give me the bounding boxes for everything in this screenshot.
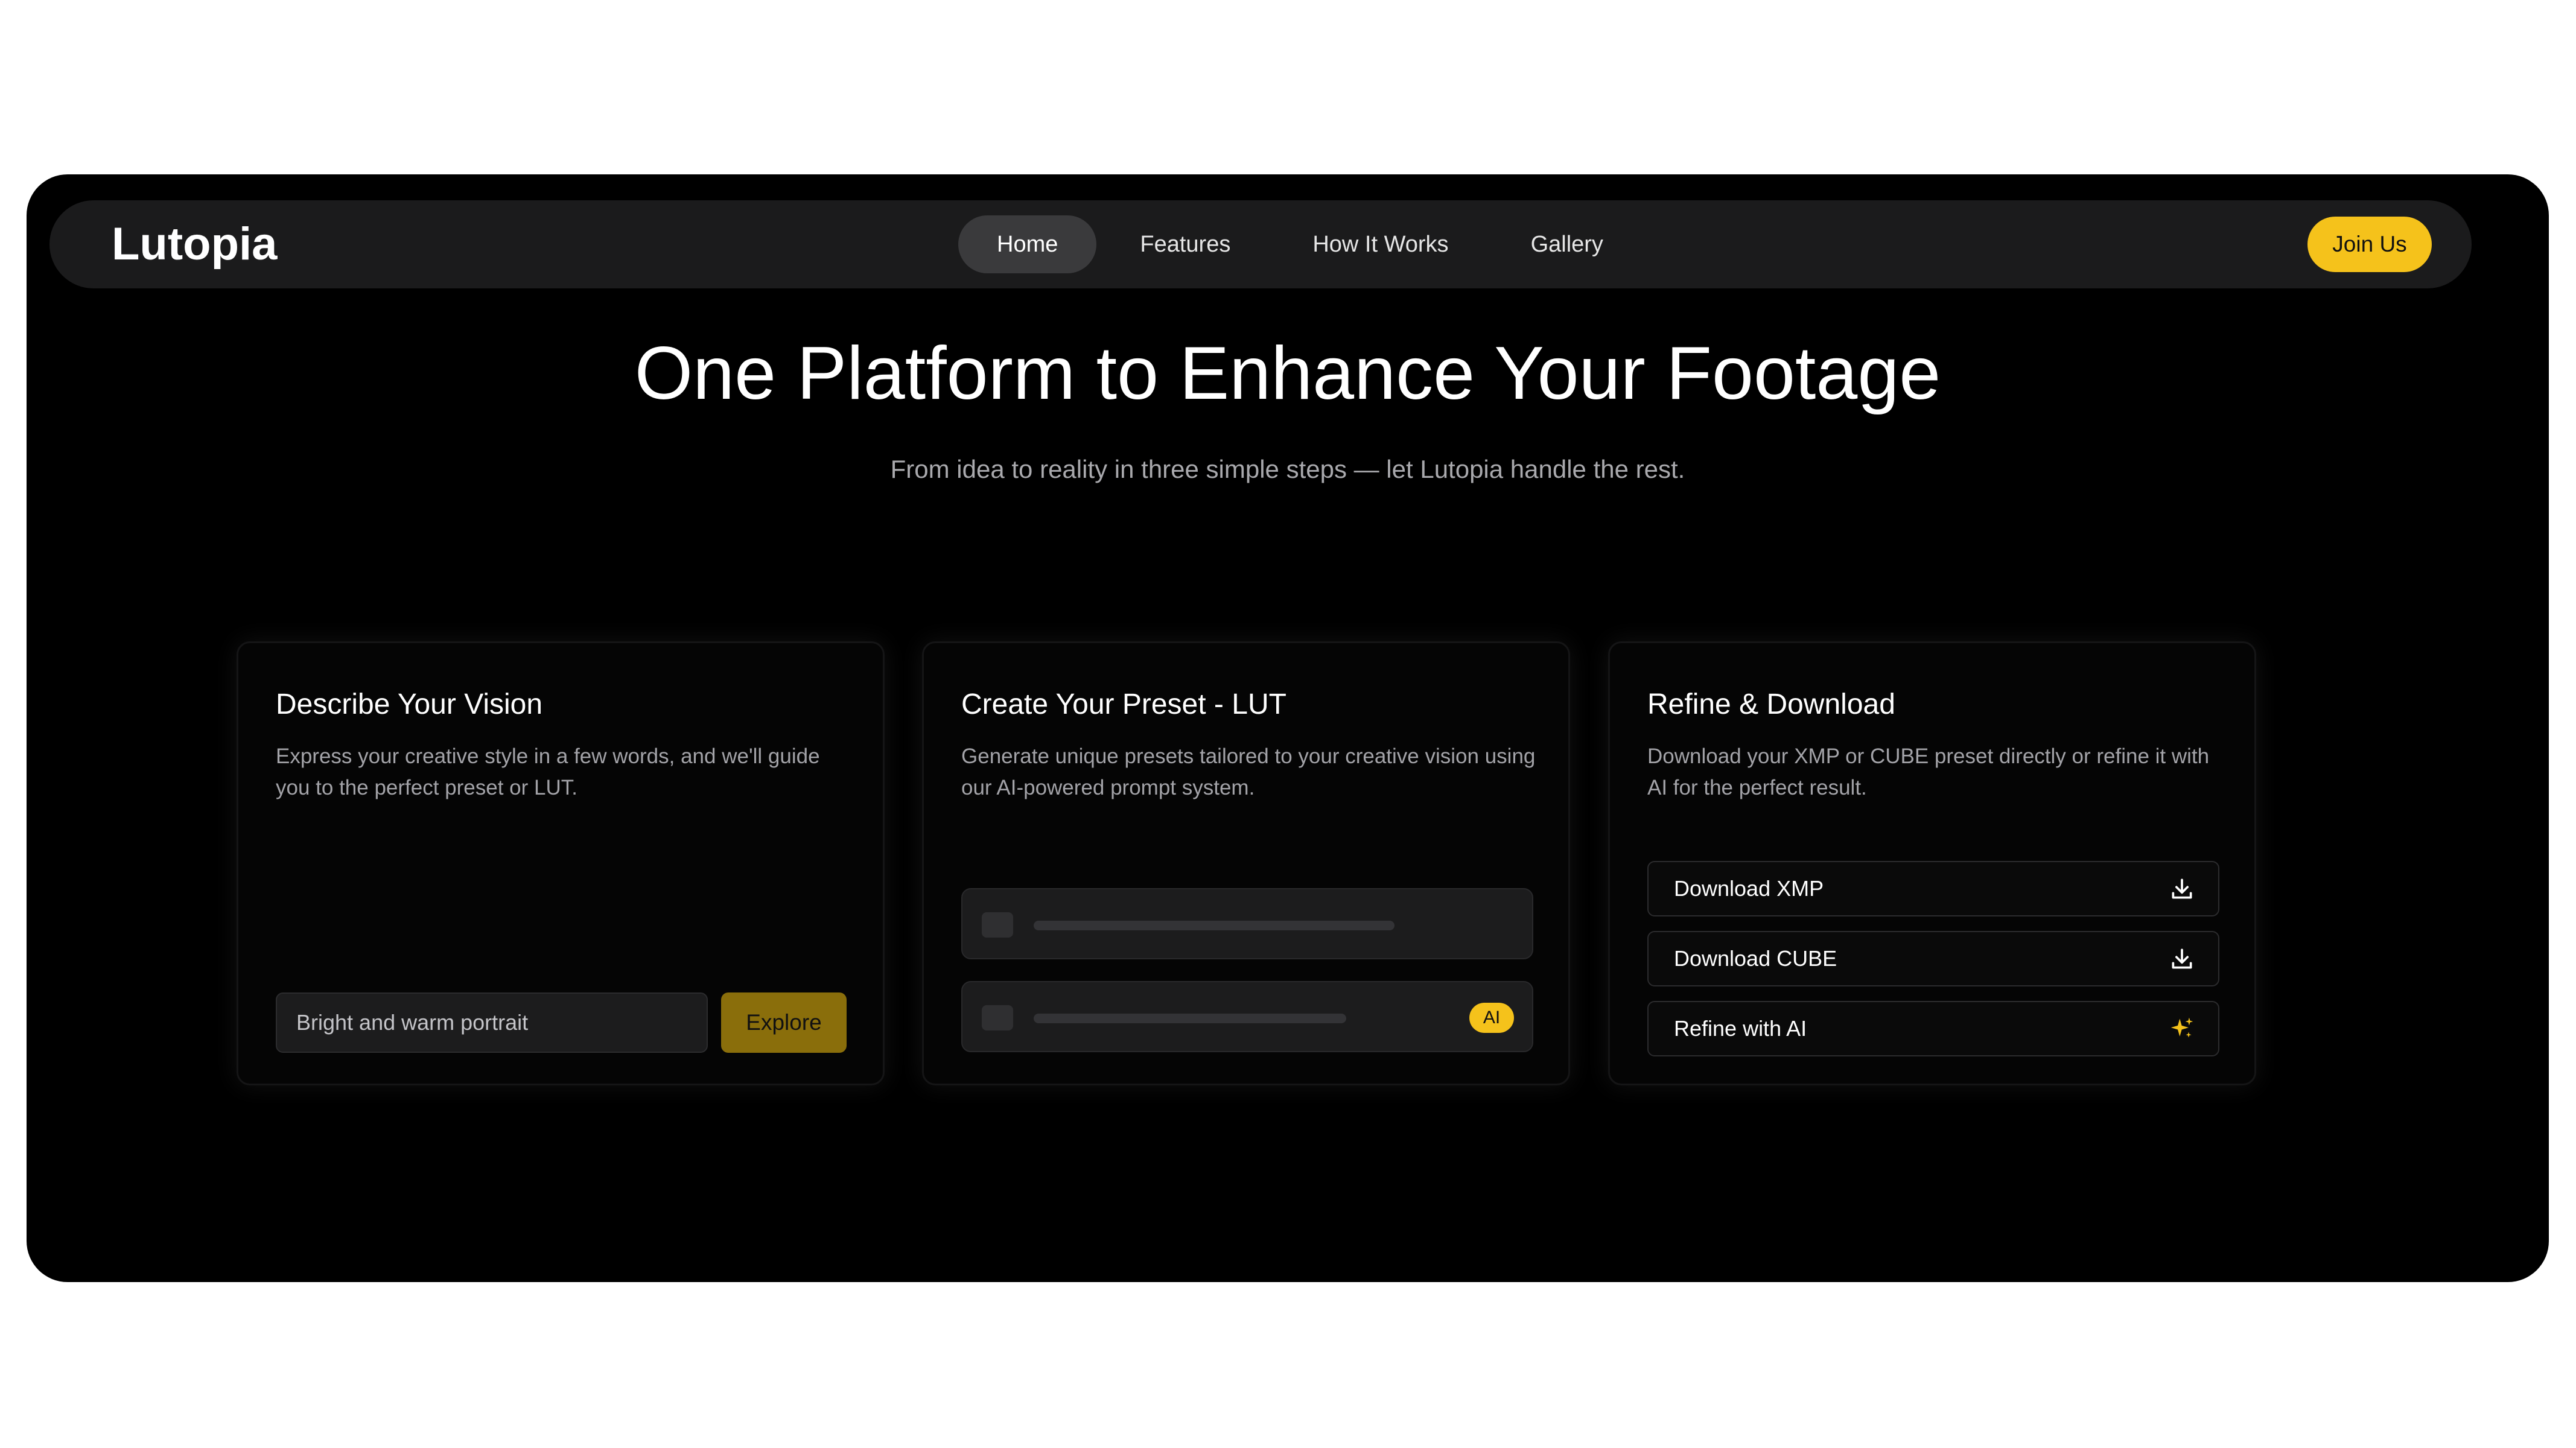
download-xmp-button[interactable]: Download XMP [1647,861,2219,916]
skeleton-line [1034,1014,1346,1023]
card-create-preset: Create Your Preset - LUT Generate unique… [922,641,1570,1085]
join-us-button[interactable]: Join Us [2307,217,2432,272]
download-icon [2172,948,2192,969]
refine-with-ai-button[interactable]: Refine with AI [1647,1001,2219,1056]
action-label: Download CUBE [1674,946,1837,971]
nav-item-gallery[interactable]: Gallery [1492,215,1642,273]
skeleton-line [1034,921,1395,930]
card-description: Express your creative style in a few wor… [276,745,820,799]
action-label: Refine with AI [1674,1016,1807,1041]
brand-logo[interactable]: Lutopia [112,200,277,288]
nav-item-features[interactable]: Features [1101,215,1269,273]
card-description: Generate unique presets tailored to your… [961,745,1536,799]
card-title: Refine & Download [1647,688,1895,720]
nav-links: Home Features How It Works Gallery [958,215,1647,273]
card-title: Create Your Preset - LUT [961,688,1286,720]
hero-subtitle: From idea to reality in three simple ste… [890,455,1685,483]
card-description: Download your XMP or CUBE preset directl… [1647,745,2210,799]
download-cube-button[interactable]: Download CUBE [1647,931,2219,986]
hero-title: One Platform to Enhance Your Footage [634,332,1941,415]
ai-badge: AI [1469,1003,1514,1033]
nav-item-how-it-works[interactable]: How It Works [1274,215,1487,273]
skeleton-row [961,888,1533,959]
app-frame: Lutopia Home Features How It Works Galle… [27,174,2549,1282]
card-refine-download: Refine & Download Download your XMP or C… [1608,641,2256,1085]
nav-item-home[interactable]: Home [958,215,1097,273]
skeleton-thumbnail [982,1005,1013,1030]
skeleton-thumbnail [982,912,1013,938]
navbar: Lutopia Home Features How It Works Galle… [49,200,2472,288]
card-title: Describe Your Vision [276,688,543,720]
explore-button[interactable]: Explore [721,992,847,1053]
card-describe-vision: Describe Your Vision Express your creati… [237,641,885,1085]
skeleton-row: AI [961,981,1533,1052]
vision-input[interactable] [276,992,708,1053]
download-icon [2172,878,2192,899]
action-label: Download XMP [1674,876,1824,901]
sparkle-icon [2171,1017,2193,1038]
